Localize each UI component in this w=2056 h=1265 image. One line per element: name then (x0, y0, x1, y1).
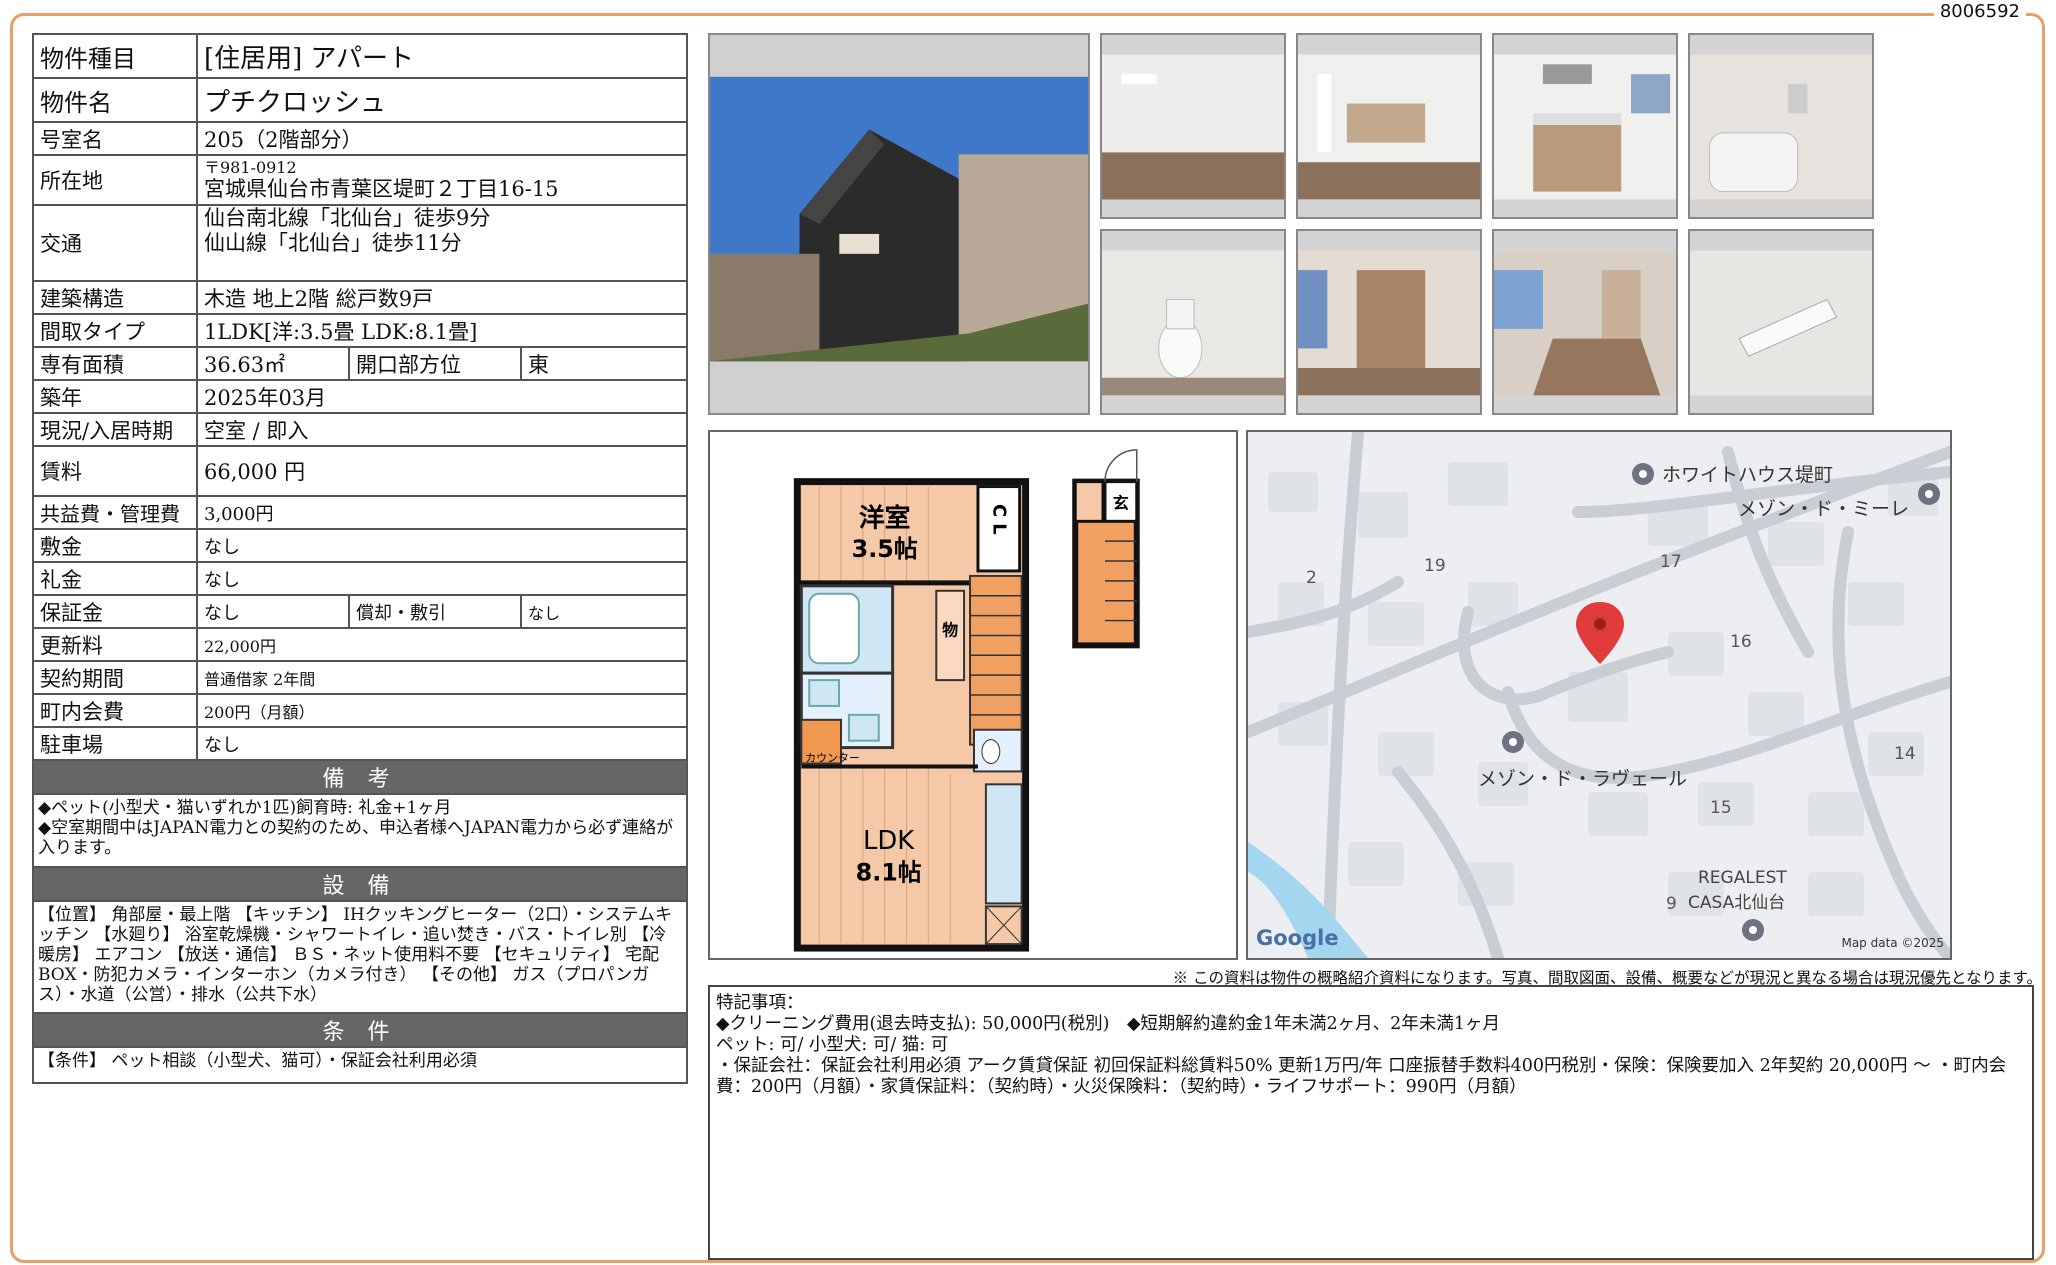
exterior-photo[interactable] (708, 33, 1090, 415)
interior-photo-2[interactable] (1296, 33, 1482, 219)
plan-room1-label: 洋室 (859, 502, 911, 533)
document-number: 8006592 (1933, 1, 2026, 22)
postal-code: 〒981-0912 (204, 157, 297, 177)
special-notes-line-2: ペット: 可/ 小型犬: 可/ 猫: 可 (716, 1035, 949, 1055)
layout-label: 間取タイプ (32, 313, 198, 348)
status-label: 現況/入居時期 (32, 412, 198, 447)
air-conditioner-photo[interactable] (1688, 229, 1874, 415)
address-cell: 〒981-0912 宮城県仙台市青葉区堤町２丁目16-15 (195, 154, 689, 206)
map-block-14: 14 (1894, 744, 1916, 764)
amortization-value: なし (519, 594, 689, 629)
map-poi-regalest: REGALEST (1698, 868, 1787, 888)
location-map[interactable]: ホワイトハウス堤町 メゾン・ド・ミーレ メゾン・ド・ラヴェール REGALEST… (1246, 430, 1952, 960)
plan-closet-label: C L (988, 504, 1009, 535)
room-label: 号室名 (32, 121, 198, 156)
name-value: プチクロッシュ (195, 77, 689, 123)
access-line-2: 仙山線「北仙台」徒歩11分 (204, 231, 462, 256)
town-fee-value: 200円（月額） (195, 693, 689, 728)
kitchen-photo[interactable] (1492, 33, 1678, 219)
fee-value: 3,000円 (195, 495, 689, 530)
conditions-body: 【条件】 ペット相談（小型犬、猫可）・保証会社利用必須 (31, 1046, 689, 1084)
equipment-header: 設 備 (31, 866, 689, 902)
bathroom-photo[interactable] (1688, 33, 1874, 219)
floor-plan: 洋室 3.5帖 C L 物 玄 カウンター LDK 8.1帖 (708, 430, 1238, 960)
key-money-label: 礼金 (32, 561, 198, 596)
remarks-body: ◆ペット(小型犬・猫いずれか1匹)飼育時: 礼金+1ヶ月 ◆空室期間中はJAPA… (31, 793, 689, 868)
conditions-header: 条 件 (31, 1012, 689, 1048)
special-notes-line-1: ◆クリーニング費用(退去時支払): 50,000円(税別) ◆短期解約違約金1年… (716, 1014, 1500, 1034)
toilet-photo[interactable] (1100, 229, 1286, 415)
rent-label: 賃料 (32, 445, 198, 497)
layout-value: 1LDK[洋:3.5畳 LDK:8.1畳] (195, 313, 689, 348)
structure-label: 建築構造 (32, 280, 198, 315)
fee-label: 共益費・管理費 (32, 495, 198, 530)
google-logo: Google (1256, 926, 1339, 950)
equipment-body: 【位置】 角部屋・最上階 【キッチン】 IHクッキングヒーター（2口）・システム… (31, 900, 689, 1014)
map-block-2: 2 (1306, 568, 1317, 588)
type-label: 物件種目 (32, 33, 198, 79)
special-notes-box: 特記事項： ◆クリーニング費用(退去時支払): 50,000円(税別) ◆短期解… (708, 985, 2034, 1260)
structure-value: 木造 地上2階 総戸数9戸 (195, 280, 689, 315)
closet-photo[interactable] (1296, 229, 1482, 415)
map-block-19: 19 (1424, 556, 1446, 576)
map-block-16: 16 (1730, 632, 1752, 652)
name-label: 物件名 (32, 77, 198, 123)
parking-label: 駐車場 (32, 726, 198, 761)
plan-storage-label: 物 (942, 620, 958, 639)
status-value: 空室 / 即入 (195, 412, 689, 447)
special-notes-line-3: ・保証会社：保証会社利用必須 アーク賃貸保証 初回保証料総賃料50% 更新1万円… (716, 1056, 2007, 1097)
map-block-15: 15 (1710, 798, 1732, 818)
renewal-label: 更新料 (32, 627, 198, 662)
room-corner-photo[interactable] (1492, 229, 1678, 415)
renewal-value: 22,000円 (195, 627, 689, 662)
parking-value: なし (195, 726, 689, 761)
special-notes-title: 特記事項： (716, 993, 804, 1013)
property-spec-table: 物件種目 [住居用] アパート 物件名 プチクロッシュ 号室名 205（2階部分） 所… (31, 33, 689, 1084)
plan-ldk-size: 8.1帖 (856, 859, 922, 887)
built-value: 2025年03月 (195, 379, 689, 414)
remarks-header: 備 考 (31, 759, 689, 795)
contract-value: 普通借家 2年間 (195, 660, 689, 695)
access-cell: 仙台南北線「北仙台」徒歩9分 仙山線「北仙台」徒歩11分 (195, 204, 689, 282)
type-value: [住居用] アパート (195, 33, 689, 79)
guarantee-label: 保証金 (32, 594, 198, 629)
address-label: 所在地 (32, 154, 198, 206)
access-label: 交通 (32, 204, 198, 282)
guarantee-value: なし (196, 594, 350, 629)
deposit-label: 敷金 (32, 528, 198, 563)
key-money-value: なし (195, 561, 689, 596)
map-poi-maison-ravere: メゾン・ド・ラヴェール (1478, 768, 1688, 790)
map-block-17: 17 (1660, 552, 1682, 572)
map-poi-white-house: ホワイトハウス堤町 (1662, 464, 1834, 486)
plan-room1-size: 3.5帖 (852, 535, 918, 563)
access-line-1: 仙台南北線「北仙台」徒歩9分 (204, 206, 491, 230)
plan-entrance-label: 玄 (1113, 493, 1129, 512)
room-value: 205（2階部分） (195, 121, 689, 156)
interior-photo-1[interactable] (1100, 33, 1286, 219)
amortization-label: 償却・敷引 (348, 594, 522, 629)
address-value: 宮城県仙台市青葉区堤町２丁目16-15 (204, 177, 559, 201)
deposit-value: なし (195, 528, 689, 563)
town-fee-label: 町内会費 (32, 693, 198, 728)
area-value: 36.63㎡ (196, 346, 350, 381)
map-block-9: 9 (1666, 894, 1677, 914)
built-label: 築年 (32, 379, 198, 414)
direction-label: 開口部方位 (348, 346, 522, 381)
area-label: 専有面積 (32, 346, 198, 381)
rent-value: 66,000 円 (195, 445, 689, 497)
map-copyright: Map data ©2025 (1841, 936, 1944, 950)
contract-label: 契約期間 (32, 660, 198, 695)
plan-counter-label: カウンター (805, 751, 860, 764)
map-poi-casa: CASA北仙台 (1688, 893, 1786, 913)
plan-ldk-label: LDK (863, 826, 915, 856)
map-poi-maison-miree: メゾン・ド・ミーレ (1738, 498, 1910, 520)
direction-value: 東 (519, 346, 689, 381)
